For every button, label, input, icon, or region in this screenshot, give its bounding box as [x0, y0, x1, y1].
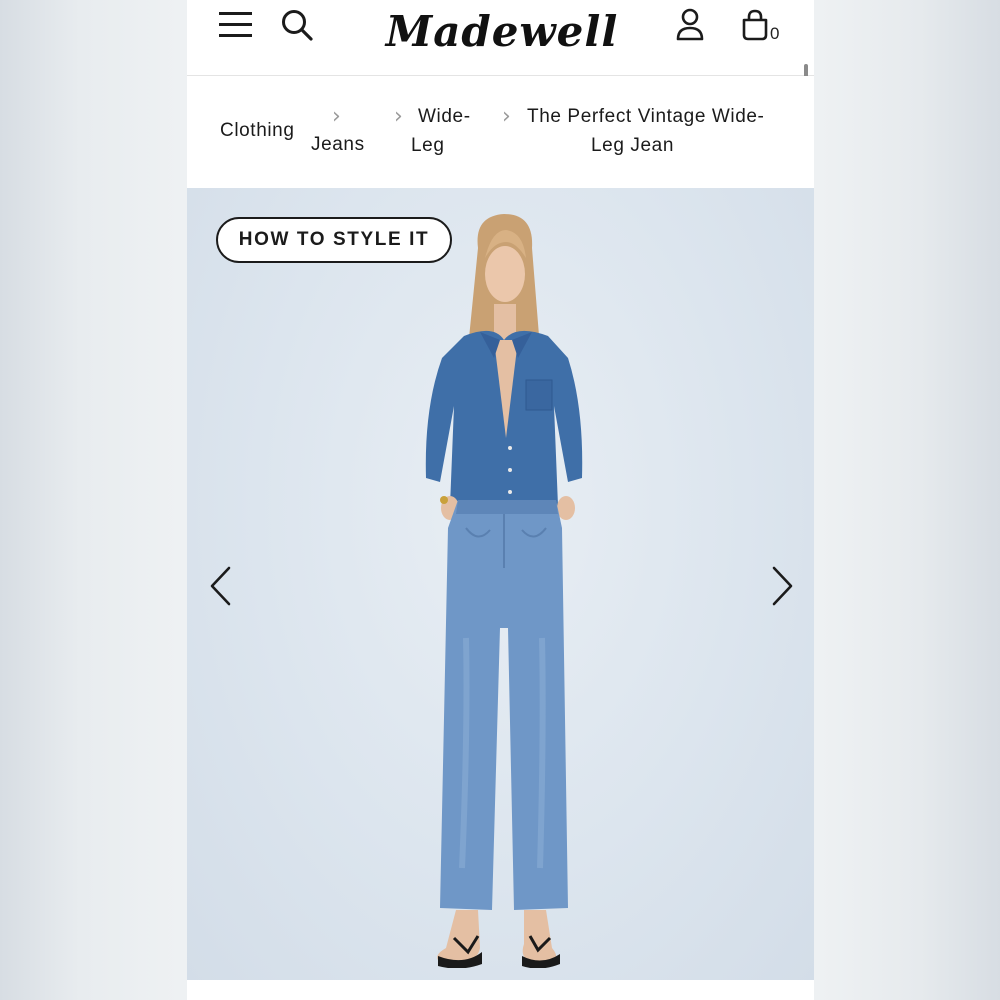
person-icon[interactable] [675, 8, 705, 42]
search-icon[interactable] [280, 8, 314, 42]
breadcrumb-jeans[interactable]: Jeans [311, 130, 365, 159]
bag-count-badge: 0 [770, 24, 780, 43]
page-content-below [187, 980, 814, 1000]
shopping-bag-icon[interactable] [740, 8, 770, 42]
breadcrumb: Clothing › Jeans › Wide- Leg › The Perfe… [187, 76, 814, 188]
breadcrumb-clothing[interactable]: Clothing [220, 116, 295, 145]
product-image-carousel[interactable]: HOW TO STYLE IT [187, 188, 814, 980]
breadcrumb-chevron-icon: › [394, 104, 403, 129]
breadcrumb-current-line2: Leg Jean [591, 135, 674, 156]
chevron-left-icon[interactable] [207, 565, 237, 607]
hamburger-menu-icon[interactable] [219, 10, 253, 40]
product-page: Madewell 0 Clothing › Jeans › Wide- Leg … [187, 0, 814, 1000]
breadcrumb-wide-leg-line2[interactable]: Leg [411, 131, 445, 160]
breadcrumb-chevron-icon: › [502, 104, 511, 129]
breadcrumb-chevron-icon: › [332, 104, 341, 129]
breadcrumb-current-line1: The Perfect Vintage Wide- [527, 106, 765, 127]
chevron-right-icon[interactable] [766, 565, 796, 607]
breadcrumb-wide-leg-line1[interactable]: Wide- [418, 102, 471, 131]
site-header: Madewell 0 [187, 0, 814, 150]
how-to-style-button[interactable]: HOW TO STYLE IT [216, 217, 452, 263]
product-model-image [425, 214, 583, 968]
brand-logo[interactable]: Madewell [386, 2, 618, 60]
